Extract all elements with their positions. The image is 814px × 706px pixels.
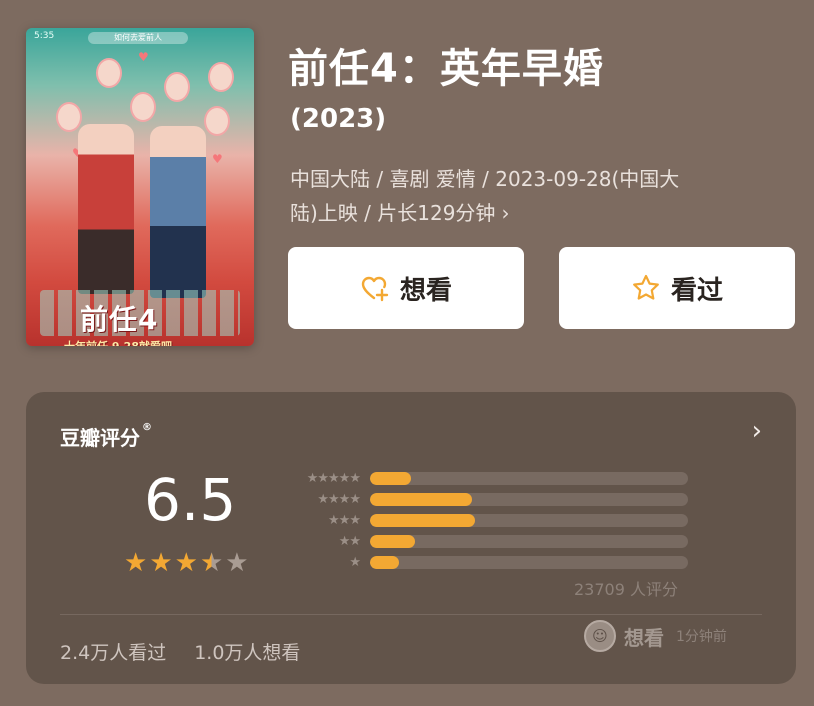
want-to-watch-label: 想看 xyxy=(399,275,452,306)
watched-button[interactable]: 看过 xyxy=(559,247,795,329)
rating-bar-stars: ★★★★ xyxy=(317,492,361,507)
watched-label: 看过 xyxy=(670,275,723,306)
rating-bar-stars: ★★★★★ xyxy=(306,471,361,486)
rating-distribution: ★★★★★ ★★★★ ★★★ ★★ ★ xyxy=(288,468,688,573)
rating-bar-fill xyxy=(370,514,475,527)
heart-plus-icon xyxy=(361,276,389,302)
rating-bar-row: ★ xyxy=(288,552,688,573)
rating-card-title: 豆瓣评分 ® xyxy=(60,422,152,451)
rating-bar-row: ★★★★★ xyxy=(288,468,688,489)
star-icon: ★ xyxy=(124,548,148,578)
watch-stats: 2.4万人看过 1.0万人想看 xyxy=(60,638,300,665)
movie-meta-line-2: 陆)上映 / 片长129分钟 › xyxy=(290,196,790,230)
poster-character-avatar xyxy=(208,62,234,92)
poster-character-avatar xyxy=(130,92,156,122)
want-count: 1.0万人想看 xyxy=(194,642,301,664)
poster-actor-figure xyxy=(78,124,134,294)
friend-activity[interactable]: ☺ 想看 1分钟前 xyxy=(584,620,727,652)
star-outline-icon xyxy=(633,274,659,300)
user-avatar: ☺ xyxy=(584,620,616,652)
heart-icon: ♥ xyxy=(212,152,223,166)
poster-actor-figure xyxy=(150,126,206,298)
registered-mark: ® xyxy=(142,422,152,433)
rating-score: 6.5 xyxy=(144,466,237,534)
rating-bar-fill xyxy=(370,472,412,485)
rating-bar-track xyxy=(370,535,688,548)
movie-poster[interactable]: 5:35 如何去爱前人 ♥ ♥ ♥ 前任4 十年前任 9.28就爱吧 xyxy=(26,28,254,346)
rating-bar-row: ★★★ xyxy=(288,510,688,531)
rating-bar-track xyxy=(370,556,688,569)
poster-character-avatar xyxy=(96,58,122,88)
want-to-watch-button[interactable]: 想看 xyxy=(288,247,524,329)
activity-verb: 想看 xyxy=(624,625,664,650)
rating-bar-fill xyxy=(370,493,472,506)
star-icon: ★ xyxy=(174,548,198,578)
movie-meta-info[interactable]: 中国大陆 / 喜剧 爱情 / 2023-09-28(中国大 陆)上映 / 片长1… xyxy=(290,162,790,230)
rating-bar-fill xyxy=(370,535,415,548)
movie-year: (2023) xyxy=(290,104,387,134)
movie-title: 前任4：英年早婚 xyxy=(288,46,604,92)
rating-bar-fill xyxy=(370,556,399,569)
poster-character-avatar xyxy=(204,106,230,136)
douban-rating-card[interactable]: 豆瓣评分 ® › 6.5 ★ ★ ★ ★ ★ ★★★★★ ★★★★ ★★★ ★★ ★ 23709 … xyxy=(26,392,796,684)
star-icon: ★ xyxy=(225,548,249,578)
rating-stars: ★ ★ ★ ★ ★ xyxy=(124,550,249,576)
rating-bar-stars: ★★ xyxy=(338,534,361,549)
rating-bar-stars: ★★★ xyxy=(328,513,361,528)
rating-bar-track xyxy=(370,472,688,485)
rating-bar-row: ★★★★ xyxy=(288,489,688,510)
rating-vote-count: 23709 人评分 xyxy=(574,580,678,599)
poster-character-avatar xyxy=(56,102,82,132)
rating-bar-track xyxy=(370,493,688,506)
rating-card-title-text: 豆瓣评分 xyxy=(60,426,140,450)
star-icon: ★ xyxy=(149,548,173,578)
poster-status-time: 5:35 xyxy=(34,31,55,41)
heart-icon: ♥ xyxy=(138,50,149,64)
poster-character-avatar xyxy=(164,72,190,102)
chevron-right-icon: › xyxy=(501,201,510,225)
chevron-right-icon[interactable]: › xyxy=(752,416,762,446)
movie-meta-line: 中国大陆 / 喜剧 爱情 / 2023-09-28(中国大 xyxy=(290,167,680,191)
poster-search-bar: 如何去爱前人 xyxy=(88,32,188,44)
movie-meta-line: 陆)上映 / 片长129分钟 xyxy=(290,201,496,225)
poster-logo: 前任4 xyxy=(80,303,159,336)
poster-tagline: 十年前任 9.28就爱吧 xyxy=(64,338,172,346)
seen-count: 2.4万人看过 xyxy=(60,642,167,664)
rating-bar-track xyxy=(370,514,688,527)
star-icon: ★ xyxy=(199,548,224,578)
divider xyxy=(60,614,762,615)
rating-bar-row: ★★ xyxy=(288,531,688,552)
activity-time: 1分钟前 xyxy=(676,629,727,645)
rating-bar-stars: ★ xyxy=(349,555,361,570)
